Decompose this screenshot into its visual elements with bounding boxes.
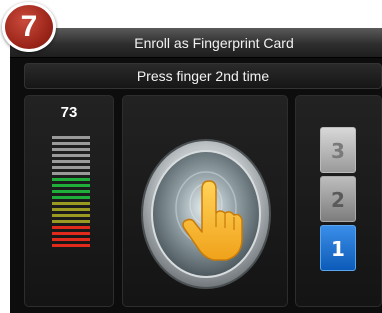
press-count-2: 2 bbox=[320, 176, 356, 222]
fingerprint-sensor-icon bbox=[141, 139, 271, 289]
fingerprint-sensor-panel bbox=[122, 95, 288, 307]
quality-bar bbox=[52, 172, 90, 175]
quality-bar bbox=[52, 184, 90, 187]
quality-bar bbox=[52, 226, 90, 229]
quality-bar bbox=[52, 178, 90, 181]
device-screen: Enroll as Fingerprint Card Press finger … bbox=[10, 28, 382, 313]
quality-bar bbox=[52, 190, 90, 193]
quality-bar bbox=[52, 214, 90, 217]
quality-bar bbox=[52, 238, 90, 241]
quality-bar bbox=[52, 202, 90, 205]
prompt-message: Press finger 2nd time bbox=[24, 63, 382, 89]
quality-bar bbox=[52, 196, 90, 199]
press-count-3: 3 bbox=[320, 127, 356, 173]
quality-bar bbox=[52, 160, 90, 163]
quality-bar bbox=[52, 208, 90, 211]
quality-bar bbox=[52, 220, 90, 223]
title-bar: Enroll as Fingerprint Card bbox=[10, 28, 382, 58]
quality-bar bbox=[52, 148, 90, 151]
press-counter-panel: 3 2 1 bbox=[295, 95, 382, 307]
press-count-1-active: 1 bbox=[320, 225, 356, 271]
quality-bar bbox=[52, 232, 90, 235]
quality-panel: 73 bbox=[24, 95, 114, 307]
quality-bar bbox=[52, 166, 90, 169]
quality-bar bbox=[52, 154, 90, 157]
quality-meter bbox=[52, 136, 90, 250]
quality-bar bbox=[52, 244, 90, 247]
quality-bar bbox=[52, 136, 90, 139]
quality-bar bbox=[52, 142, 90, 145]
press-counter: 3 2 1 bbox=[320, 127, 356, 274]
quality-value: 73 bbox=[60, 104, 78, 121]
step-number-badge: 7 bbox=[2, 2, 56, 52]
